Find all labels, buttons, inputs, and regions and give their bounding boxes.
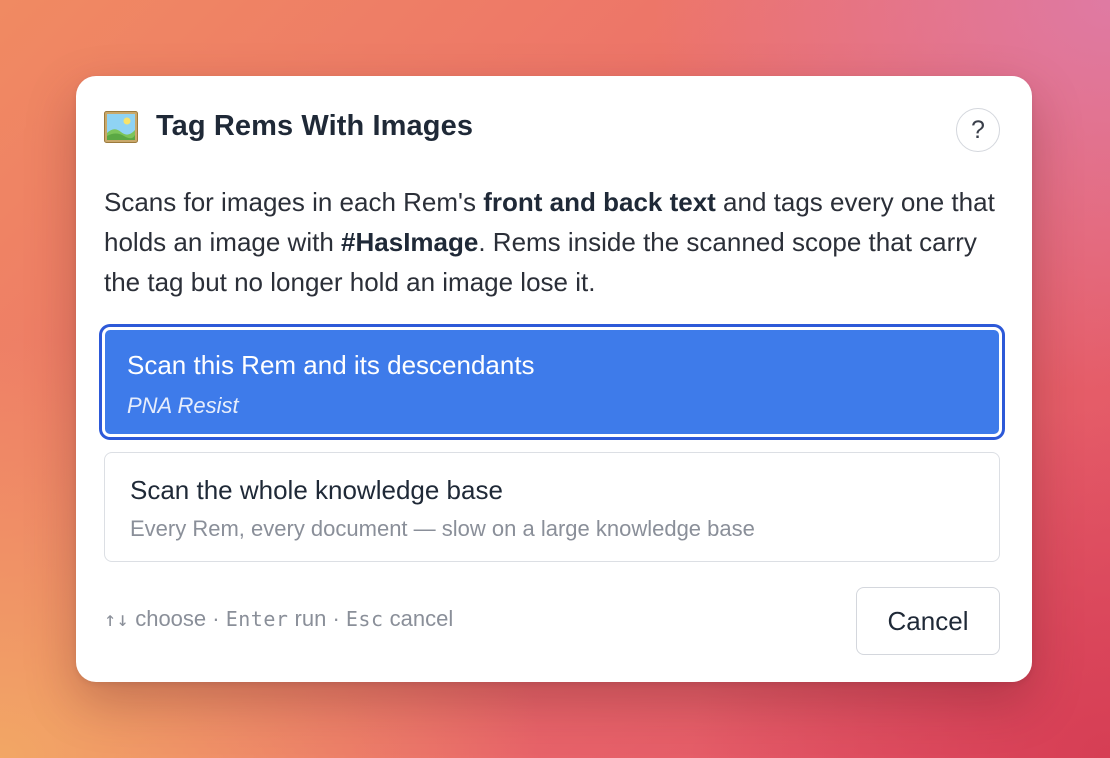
description-emphasis-tag: #HasImage	[341, 227, 479, 257]
dialog-header: Tag Rems With Images	[104, 110, 473, 143]
cancel-button[interactable]: Cancel	[856, 587, 1000, 655]
dialog-description: Scans for images in each Rem's front and…	[104, 182, 1004, 302]
help-button[interactable]: ?	[956, 108, 1000, 152]
keyboard-hint: ↑↓ choose · Enter run · Esc cancel	[104, 606, 453, 632]
option-scan-knowledge-base[interactable]: Scan the whole knowledge base Every Rem,…	[104, 452, 1000, 562]
help-icon: ?	[971, 115, 985, 144]
description-emphasis-front-back: front and back text	[483, 187, 716, 217]
esc-key-hint: Esc	[345, 607, 384, 631]
option-title: Scan the whole knowledge base	[130, 475, 503, 505]
description-text: Scans for images in each Rem's	[104, 187, 484, 217]
enter-key-hint: Enter	[225, 607, 289, 631]
option-subtitle: Every Rem, every document — slow on a la…	[130, 516, 755, 541]
hint-text: cancel	[383, 606, 454, 631]
arrow-keys-hint: ↑↓	[104, 607, 130, 631]
hint-text: run ·	[288, 606, 346, 631]
option-title: Scan this Rem and its descendants	[127, 350, 535, 380]
option-scan-rem-descendants[interactable]: Scan this Rem and its descendants PNA Re…	[102, 327, 1002, 437]
option-subtitle: PNA Resist	[127, 393, 239, 418]
hint-text: choose ·	[129, 606, 226, 631]
dialog-title: Tag Rems With Images	[156, 110, 474, 142]
framed-picture-icon	[104, 110, 138, 143]
tag-rems-dialog: Tag Rems With Images ? Scans for images …	[76, 76, 1032, 682]
